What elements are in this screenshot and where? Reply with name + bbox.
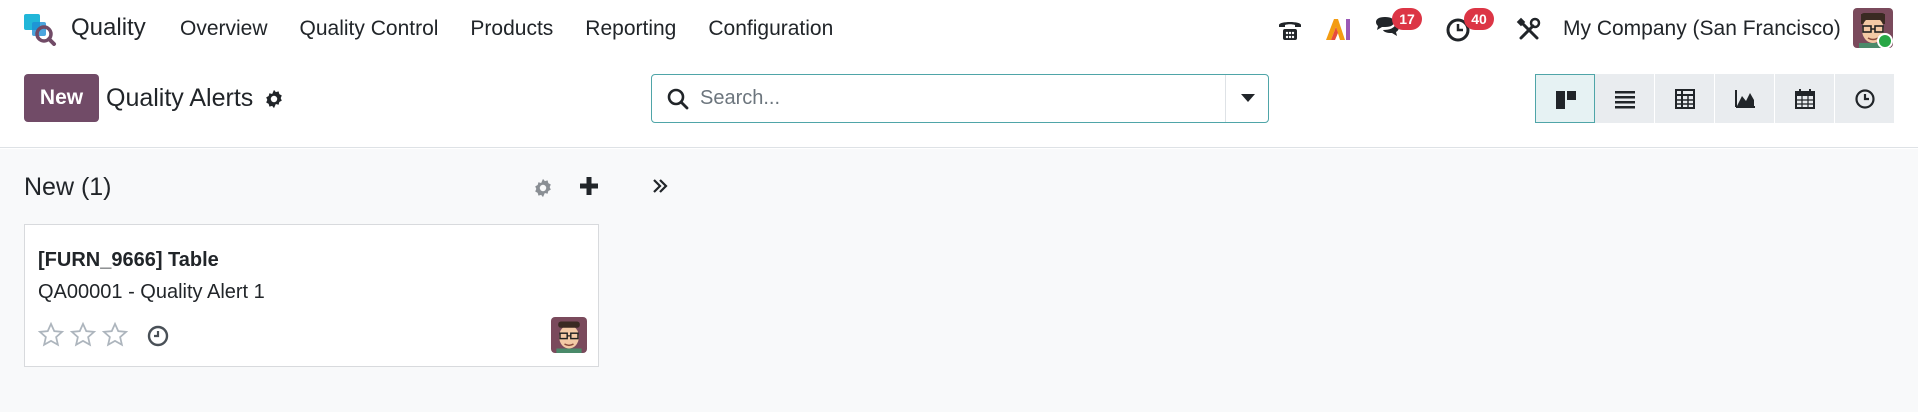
card-subtitle: QA00001 - Quality Alert 1 xyxy=(38,281,265,303)
list-icon xyxy=(1615,91,1635,109)
messages-icon[interactable]: 17 xyxy=(1372,8,1422,44)
activity-view-button[interactable] xyxy=(1835,74,1895,123)
menu-configuration[interactable]: Configuration xyxy=(708,17,833,41)
pivot-view-button[interactable] xyxy=(1655,74,1715,123)
calendar-icon xyxy=(1795,89,1815,109)
priority-stars xyxy=(37,321,133,349)
new-button[interactable]: New xyxy=(24,74,99,122)
expand-columns-icon[interactable] xyxy=(650,175,670,197)
menu-products[interactable]: Products xyxy=(470,17,553,41)
pivot-table-icon xyxy=(1675,89,1695,109)
star-icon[interactable] xyxy=(37,321,67,349)
app-name[interactable]: Quality xyxy=(71,14,146,42)
company-switcher[interactable]: My Company (San Francisco) xyxy=(1563,17,1841,41)
control-panel: New Quality Alerts xyxy=(0,58,1918,148)
kanban-view-button[interactable] xyxy=(1535,74,1595,123)
search-options-toggle[interactable] xyxy=(1225,75,1268,122)
quality-app-icon[interactable] xyxy=(22,12,58,46)
menu-reporting[interactable]: Reporting xyxy=(585,17,676,41)
ai-icon[interactable] xyxy=(1323,14,1353,44)
clock-icon xyxy=(1855,89,1875,109)
card-title: [FURN_9666] Table xyxy=(38,249,219,271)
column-title[interactable]: New (1) xyxy=(24,173,112,202)
top-navbar: Quality Overview Quality Control Product… xyxy=(0,0,1918,58)
messages-badge: 17 xyxy=(1392,8,1422,30)
page-title: Quality Alerts xyxy=(106,84,254,112)
main-menu: Overview Quality Control Products Report… xyxy=(180,17,865,41)
view-switcher xyxy=(1535,74,1895,123)
search-bar xyxy=(651,74,1269,123)
menu-overview[interactable]: Overview xyxy=(180,17,268,41)
area-chart-icon xyxy=(1735,90,1755,108)
calendar-view-button[interactable] xyxy=(1775,74,1835,123)
chevron-down-icon xyxy=(1241,94,1255,102)
kanban-icon xyxy=(1556,91,1576,109)
add-record-icon[interactable] xyxy=(578,175,600,197)
graph-view-button[interactable] xyxy=(1715,74,1775,123)
kanban-board: New (1) [FURN_9666] Table QA00001 - Qual… xyxy=(0,149,1918,412)
menu-quality-control[interactable]: Quality Control xyxy=(300,17,439,41)
kanban-card[interactable]: [FURN_9666] Table QA00001 - Quality Aler… xyxy=(24,224,599,367)
gear-icon[interactable] xyxy=(263,88,285,110)
star-icon[interactable] xyxy=(101,321,131,349)
tools-icon[interactable] xyxy=(1515,14,1545,44)
phone-icon[interactable] xyxy=(1275,14,1305,44)
activities-badge: 40 xyxy=(1464,8,1494,30)
search-input[interactable] xyxy=(700,75,1200,122)
activity-clock-icon[interactable] xyxy=(146,324,170,348)
online-status-dot xyxy=(1877,33,1893,49)
assignee-avatar[interactable] xyxy=(551,317,587,353)
star-icon[interactable] xyxy=(69,321,99,349)
list-view-button[interactable] xyxy=(1595,74,1655,123)
search-icon xyxy=(666,87,690,111)
activity-clock-icon[interactable]: 40 xyxy=(1444,8,1494,44)
column-gear-icon[interactable] xyxy=(532,177,554,199)
